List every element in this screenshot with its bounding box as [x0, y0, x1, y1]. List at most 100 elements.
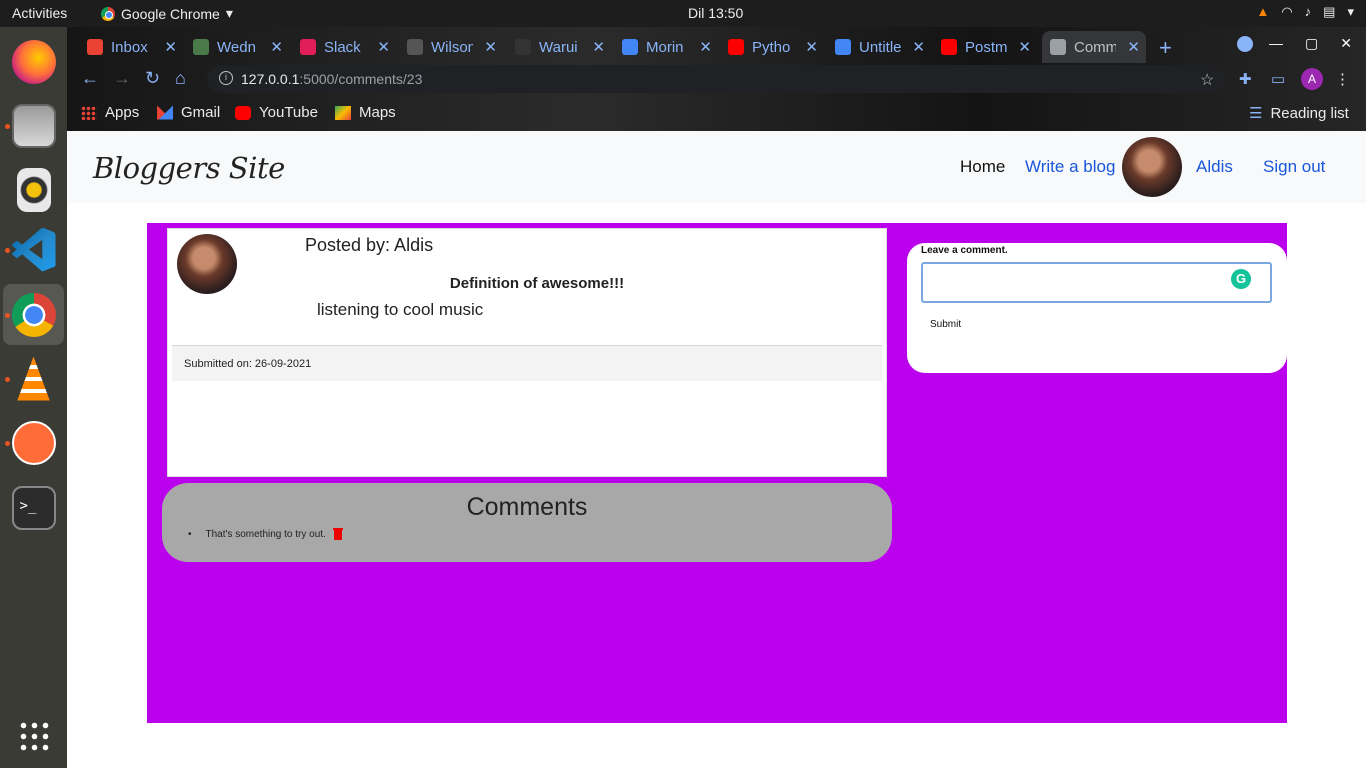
- tab-close-icon[interactable]: ✕: [1018, 38, 1031, 56]
- tab-5[interactable]: Morin ✕: [614, 31, 718, 63]
- close-button[interactable]: ✕: [1340, 35, 1352, 52]
- show-applications-button[interactable]: [3, 705, 64, 766]
- submit-button[interactable]: Submit: [930, 319, 961, 330]
- files-icon: [11, 103, 56, 148]
- reading-list-label: Reading list: [1270, 104, 1349, 122]
- tab-close-icon[interactable]: ✕: [805, 38, 818, 56]
- comment-textarea[interactable]: [921, 262, 1272, 303]
- app-menu[interactable]: Google Chrome ▾: [101, 5, 233, 22]
- youtube-icon: [235, 105, 251, 120]
- extensions-icon[interactable]: ✚: [1239, 70, 1252, 88]
- tab-search-icon[interactable]: [1237, 36, 1253, 52]
- tab-3[interactable]: Wilson ✕: [399, 31, 503, 63]
- reading-list-button[interactable]: ☰ Reading list: [1249, 104, 1349, 123]
- dock-terminal[interactable]: >_: [3, 477, 64, 538]
- dock-rhythmbox[interactable]: [3, 159, 64, 220]
- grammarly-icon[interactable]: G: [1231, 269, 1251, 289]
- vlc-icon: [17, 356, 50, 401]
- tab-close-icon[interactable]: ✕: [164, 38, 177, 56]
- comment-list: That's something to try out.: [200, 527, 343, 540]
- firefox-icon: [11, 39, 56, 84]
- comment-form-label: Leave a comment.: [921, 245, 1008, 256]
- nav-signout-link[interactable]: Sign out: [1263, 157, 1325, 177]
- tab-close-icon[interactable]: ✕: [270, 38, 283, 56]
- bookmark-label: YouTube: [259, 104, 318, 121]
- nav-home-link[interactable]: Home: [960, 157, 1005, 177]
- nav-user-link[interactable]: Aldis: [1196, 157, 1233, 177]
- running-indicator: [5, 313, 10, 318]
- tab-favicon-icon: [728, 39, 744, 55]
- activities-button[interactable]: Activities: [12, 5, 67, 21]
- nav-write-blog-link[interactable]: Write a blog: [1025, 157, 1115, 177]
- apps-grid-icon: [17, 719, 50, 752]
- profile-avatar[interactable]: A: [1301, 68, 1323, 90]
- web-page: Bloggers Site Home Write a blog Aldis Si…: [67, 131, 1366, 768]
- avatar[interactable]: [1122, 137, 1182, 197]
- cast-icon[interactable]: ▭: [1271, 70, 1285, 88]
- system-top-bar: Activities Google Chrome ▾ Dil 13:50 ▲ ◠…: [0, 0, 1366, 27]
- dock-files[interactable]: [3, 95, 64, 156]
- comment-form: Leave a comment. G Submit: [907, 243, 1287, 373]
- wifi-icon: ◠: [1281, 4, 1293, 19]
- comment-text: That's something to try out.: [205, 529, 326, 540]
- bookmark-apps[interactable]: Apps: [81, 104, 139, 121]
- tab-favicon-icon: [1050, 39, 1066, 55]
- chrome-icon: [11, 292, 56, 337]
- tab-label: Wilson: [431, 38, 473, 56]
- dock-firefox[interactable]: [3, 31, 64, 92]
- home-button[interactable]: ⌂: [175, 68, 186, 89]
- dock-vlc[interactable]: [3, 348, 64, 409]
- tab-close-icon[interactable]: ✕: [912, 38, 925, 56]
- clipboard-icon: ▤: [1323, 4, 1336, 19]
- forward-button[interactable]: →: [113, 68, 131, 89]
- dock-chrome[interactable]: [3, 284, 64, 345]
- bookmark-gmail[interactable]: Gmail: [157, 104, 220, 121]
- volume-icon: ♪: [1304, 4, 1312, 19]
- reading-list-icon: ☰: [1249, 105, 1263, 122]
- menu-kebab-icon[interactable]: ⋮: [1335, 70, 1350, 88]
- url-path: :5000/comments/23: [299, 71, 423, 87]
- tab-close-icon[interactable]: ✕: [1127, 38, 1140, 56]
- tab-label: Postm: [965, 38, 1007, 56]
- system-tray[interactable]: ▲ ◠ ♪ ▤ ▾: [1256, 4, 1354, 20]
- running-indicator: [5, 441, 10, 446]
- tab-close-icon[interactable]: ✕: [592, 38, 605, 56]
- tab-favicon-icon: [515, 39, 531, 55]
- dock-vscode[interactable]: [3, 219, 64, 280]
- reload-button[interactable]: ↻: [145, 68, 160, 89]
- comments-section: Comments That's something to try out.: [162, 483, 892, 562]
- tab-label: Pytho: [752, 38, 791, 56]
- bookmark-label: Maps: [359, 104, 396, 121]
- chrome-icon: [101, 6, 115, 21]
- running-indicator: [5, 248, 10, 253]
- bookmark-youtube[interactable]: YouTube: [235, 104, 318, 121]
- dock-postman[interactable]: [3, 412, 64, 473]
- site-brand[interactable]: Bloggers Site: [93, 151, 285, 185]
- tab-8[interactable]: Postm ✕: [933, 31, 1037, 63]
- back-button[interactable]: ←: [81, 68, 99, 89]
- new-tab-button[interactable]: +: [1159, 35, 1172, 61]
- vlc-tray-icon[interactable]: ▲: [1256, 4, 1269, 20]
- tab-close-icon[interactable]: ✕: [699, 38, 712, 56]
- tab-4[interactable]: Warui ✕: [507, 31, 611, 63]
- maximize-button[interactable]: ▢: [1305, 35, 1318, 52]
- bookmark-maps[interactable]: Maps: [335, 104, 396, 121]
- tab-2[interactable]: Slack | ✕: [292, 31, 396, 63]
- tab-6[interactable]: Pytho ✕: [720, 31, 824, 63]
- address-bar[interactable]: i 127.0.0.1:5000/comments/23: [207, 65, 1224, 93]
- site-info-icon[interactable]: i: [219, 71, 233, 85]
- minimize-button[interactable]: —: [1269, 35, 1283, 52]
- tab-close-icon[interactable]: ✕: [377, 38, 390, 56]
- browser-chrome: Inbox ✕ Wedn ✕ Slack | ✕ Wilson ✕ Warui ✕ Morin ✕ Py…: [67, 27, 1366, 131]
- clock[interactable]: Dil 13:50: [688, 5, 743, 21]
- terminal-icon: >_: [11, 485, 56, 530]
- tab-0[interactable]: Inbox ✕: [79, 31, 183, 63]
- post-title: Definition of awesome!!!: [449, 275, 625, 292]
- tab-1[interactable]: Wedn ✕: [185, 31, 289, 63]
- tab-7[interactable]: Untitle ✕: [827, 31, 931, 63]
- bookmark-star-icon[interactable]: ☆: [1200, 70, 1214, 90]
- site-navbar: Bloggers Site Home Write a blog Aldis Si…: [67, 131, 1366, 203]
- delete-trash-icon[interactable]: [332, 527, 343, 540]
- tab-close-icon[interactable]: ✕: [484, 38, 497, 56]
- tab-9[interactable]: Comm ✕: [1042, 31, 1146, 63]
